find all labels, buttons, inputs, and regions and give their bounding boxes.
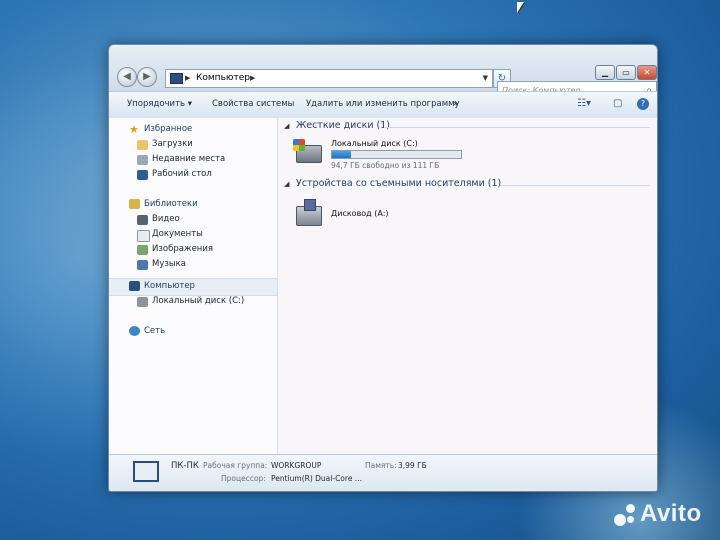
nav-desktop[interactable]: Рабочий стол (152, 169, 212, 179)
computer-icon (129, 281, 140, 291)
memory-label: Память: (365, 461, 397, 470)
close-button[interactable]: ✕ (637, 65, 657, 80)
window-body: ★ Избранное Загрузки Недавние места Рабо… (109, 118, 657, 454)
nav-downloads[interactable]: Загрузки (152, 139, 193, 149)
removable-group-header[interactable]: Устройства со съемными носителями (1) (296, 178, 501, 189)
address-bar[interactable]: ▶ Компьютер ▶ ▼ (165, 69, 493, 88)
documents-icon (137, 230, 150, 242)
nav-local-disk[interactable]: Локальный диск (C:) (152, 296, 244, 306)
avito-brand-text: Avito (640, 500, 702, 527)
details-pane: ПК-ПК Рабочая группа: WORKGROUP Память: … (109, 454, 657, 491)
help-icon[interactable]: ? (637, 98, 649, 110)
libraries-icon (129, 199, 140, 209)
disk-usage-fill (332, 151, 352, 158)
system-properties-button[interactable]: Свойства системы (212, 99, 294, 109)
recent-places-icon (137, 155, 148, 165)
downloads-icon (137, 140, 148, 150)
nav-computer[interactable]: Компьютер (144, 281, 195, 291)
video-icon (137, 215, 148, 225)
command-bar: Упорядочить ▾ Свойства системы Удалить и… (109, 91, 657, 119)
nav-recent[interactable]: Недавние места (152, 154, 225, 164)
nav-music[interactable]: Музыка (152, 259, 186, 269)
network-icon (129, 326, 140, 336)
desktop-icon (137, 170, 148, 180)
workgroup-label: Рабочая группа: (203, 461, 268, 470)
local-disk-icon (137, 297, 148, 307)
local-disk-label[interactable]: Локальный диск (C:) (331, 139, 418, 148)
windows-logo-icon (293, 139, 305, 151)
back-button[interactable]: ◀ (117, 67, 137, 87)
computer-icon (170, 73, 183, 84)
avito-logo-icon (614, 504, 636, 526)
hard-disks-group-header[interactable]: Жесткие диски (1) (296, 120, 390, 131)
workgroup-value: WORKGROUP (271, 461, 322, 470)
nav-video[interactable]: Видео (152, 214, 180, 224)
chevron-down-icon[interactable]: ▼ (483, 70, 488, 87)
explorer-window: ◀ ▶ ▶ Компьютер ▶ ▼ ↻ Поиск: Компьютер ⌕… (108, 44, 658, 492)
disk-usage-bar (331, 150, 462, 159)
floppy-drive-label[interactable]: Дисковод (A:) (331, 209, 389, 218)
preview-pane-icon[interactable]: ▢ (613, 98, 622, 109)
nav-favorites[interactable]: Избранное (144, 124, 192, 134)
collapse-arrow-icon[interactable]: ◢ (284, 180, 289, 188)
navigation-pane: ★ Избранное Загрузки Недавние места Рабо… (109, 118, 278, 454)
group-divider (500, 185, 650, 186)
images-icon (137, 245, 148, 255)
memory-value: 3,99 ГБ (398, 461, 427, 470)
nav-libraries[interactable]: Библиотеки (144, 199, 198, 209)
computer-icon (133, 461, 159, 482)
music-icon (137, 260, 148, 270)
content-pane: ◢ Жесткие диски (1) Локальный диск (C:) … (278, 118, 657, 454)
breadcrumb-computer[interactable]: Компьютер (196, 70, 250, 87)
nav-documents[interactable]: Документы (152, 229, 203, 239)
maximize-button[interactable]: ▭ (616, 65, 636, 80)
chevron-right-icon[interactable]: ▶ (185, 70, 190, 87)
pc-name: ПК-ПК (171, 461, 199, 471)
collapse-arrow-icon[interactable]: ◢ (284, 122, 289, 130)
star-icon: ★ (129, 123, 139, 136)
nav-images[interactable]: Изображения (152, 244, 213, 254)
forward-button[interactable]: ▶ (137, 67, 157, 87)
hard-disk-icon[interactable] (293, 139, 322, 163)
nav-network[interactable]: Сеть (144, 326, 165, 336)
organize-button[interactable]: Упорядочить ▾ (127, 99, 192, 109)
local-disk-free-space: 94,7 ГБ свободно из 111 ГБ (331, 161, 440, 170)
uninstall-program-button[interactable]: Удалить или изменить программу (306, 99, 460, 109)
group-divider (384, 127, 650, 128)
minimize-button[interactable]: ▁ (595, 65, 615, 80)
cpu-label: Процессор: (221, 474, 266, 483)
chevron-right-icon[interactable]: ▶ (250, 70, 255, 87)
title-bar: ◀ ▶ ▶ Компьютер ▶ ▼ ↻ Поиск: Компьютер ⌕… (109, 45, 657, 98)
mouse-cursor (517, 2, 524, 13)
floppy-drive-icon[interactable] (296, 199, 322, 226)
more-commands-button[interactable]: » (453, 99, 458, 109)
cpu-value: Pentium(R) Dual-Core ... (271, 474, 362, 483)
view-options-icon[interactable]: ☷▾ (577, 98, 591, 109)
